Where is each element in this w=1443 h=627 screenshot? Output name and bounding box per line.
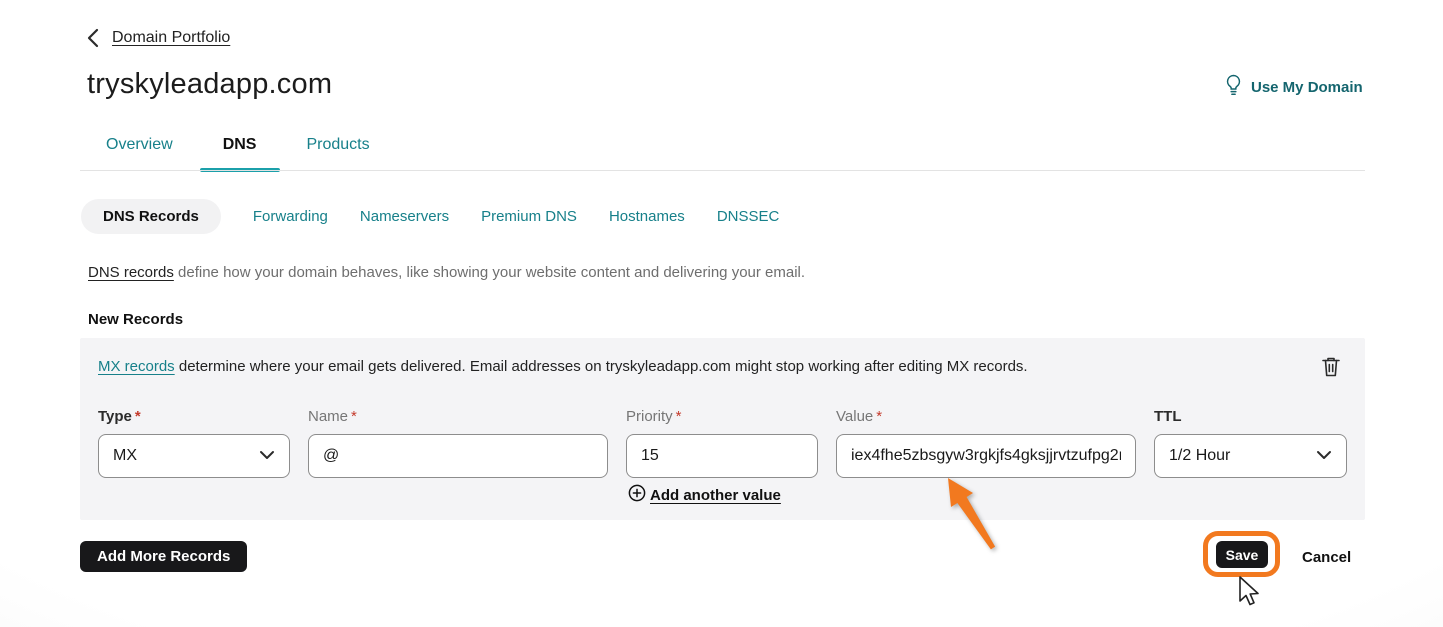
required-asterisk: * (675, 408, 682, 425)
add-another-value-label: Add another value (650, 486, 781, 504)
subtab-dnssec[interactable]: DNSSEC (717, 208, 780, 225)
name-input-wrap (308, 434, 608, 478)
tabs-divider (80, 170, 1365, 171)
add-another-value-button[interactable]: Add another value (628, 484, 781, 506)
save-button[interactable]: Save (1216, 541, 1268, 568)
name-input[interactable] (323, 447, 593, 465)
subtab-premium-dns[interactable]: Premium DNS (481, 208, 577, 225)
primary-tabs: Overview DNS Products (106, 136, 370, 172)
name-field-group: Name * (308, 408, 608, 478)
priority-label: Priority * (626, 408, 682, 425)
mouse-cursor-icon (1236, 575, 1262, 618)
subtab-forwarding[interactable]: Forwarding (253, 208, 328, 225)
page-title: tryskyleadapp.com (87, 68, 333, 100)
subtab-nameservers[interactable]: Nameservers (360, 208, 449, 225)
tab-overview[interactable]: Overview (106, 136, 173, 172)
type-field-group: Type * MX (98, 408, 290, 478)
priority-field-group: Priority * (626, 408, 818, 478)
dns-description-text: define how your domain behaves, like sho… (173, 264, 806, 281)
ttl-select[interactable]: 1/2 Hour (1154, 434, 1347, 478)
value-label: Value * (836, 408, 883, 425)
tab-dns[interactable]: DNS (223, 136, 257, 172)
plus-circle-icon (628, 484, 646, 506)
type-label: Type * (98, 408, 141, 425)
chevron-down-icon (259, 447, 275, 465)
record-fields-row: Type* MX Name* Priority* (98, 408, 1347, 478)
value-input[interactable] (851, 447, 1121, 465)
subtab-dns-records[interactable]: DNS Records (81, 199, 221, 234)
back-link-label[interactable]: Domain Portfolio (112, 29, 230, 47)
dns-records-link[interactable]: DNS records (88, 264, 174, 281)
add-more-records-button[interactable]: Add More Records (80, 541, 248, 572)
trash-icon (1321, 357, 1341, 382)
type-select[interactable]: MX (98, 434, 290, 478)
mx-warning-text: determine where your email gets delivere… (174, 358, 1028, 375)
new-record-card: MX records determine where your email ge… (80, 338, 1365, 520)
lightbulb-icon (1224, 74, 1243, 100)
tab-products[interactable]: Products (306, 136, 369, 172)
dns-subtabs: DNS Records Forwarding Nameservers Premi… (81, 199, 779, 234)
cancel-button[interactable]: Cancel (1302, 549, 1351, 566)
chevron-down-icon (1316, 447, 1332, 465)
priority-input-wrap (626, 434, 818, 478)
new-records-heading: New Records (88, 311, 184, 328)
chevron-left-icon (86, 28, 100, 48)
value-field-group: Value * (836, 408, 1136, 478)
required-asterisk: * (134, 408, 141, 425)
dns-description: DNS records define how your domain behav… (88, 264, 805, 281)
ttl-label: TTL (1154, 408, 1182, 425)
use-my-domain-button[interactable]: Use My Domain (1224, 74, 1363, 100)
use-my-domain-label: Use My Domain (1251, 78, 1363, 96)
value-input-wrap (836, 434, 1136, 478)
required-asterisk: * (351, 408, 357, 425)
priority-input[interactable] (641, 447, 803, 465)
back-navigation[interactable]: Domain Portfolio (86, 28, 230, 48)
ttl-select-value: 1/2 Hour (1169, 447, 1231, 464)
delete-record-button[interactable] (1321, 356, 1341, 383)
dns-management-page: Domain Portfolio tryskyleadapp.com Use M… (0, 0, 1443, 627)
mx-records-link[interactable]: MX records (98, 358, 175, 375)
type-select-value: MX (113, 447, 137, 464)
subtab-hostnames[interactable]: Hostnames (609, 208, 685, 225)
ttl-field-group: TTL 1/2 Hour (1154, 408, 1347, 478)
mx-warning: MX records determine where your email ge… (98, 358, 1028, 375)
required-asterisk: * (876, 408, 883, 425)
name-label: Name * (308, 408, 357, 425)
